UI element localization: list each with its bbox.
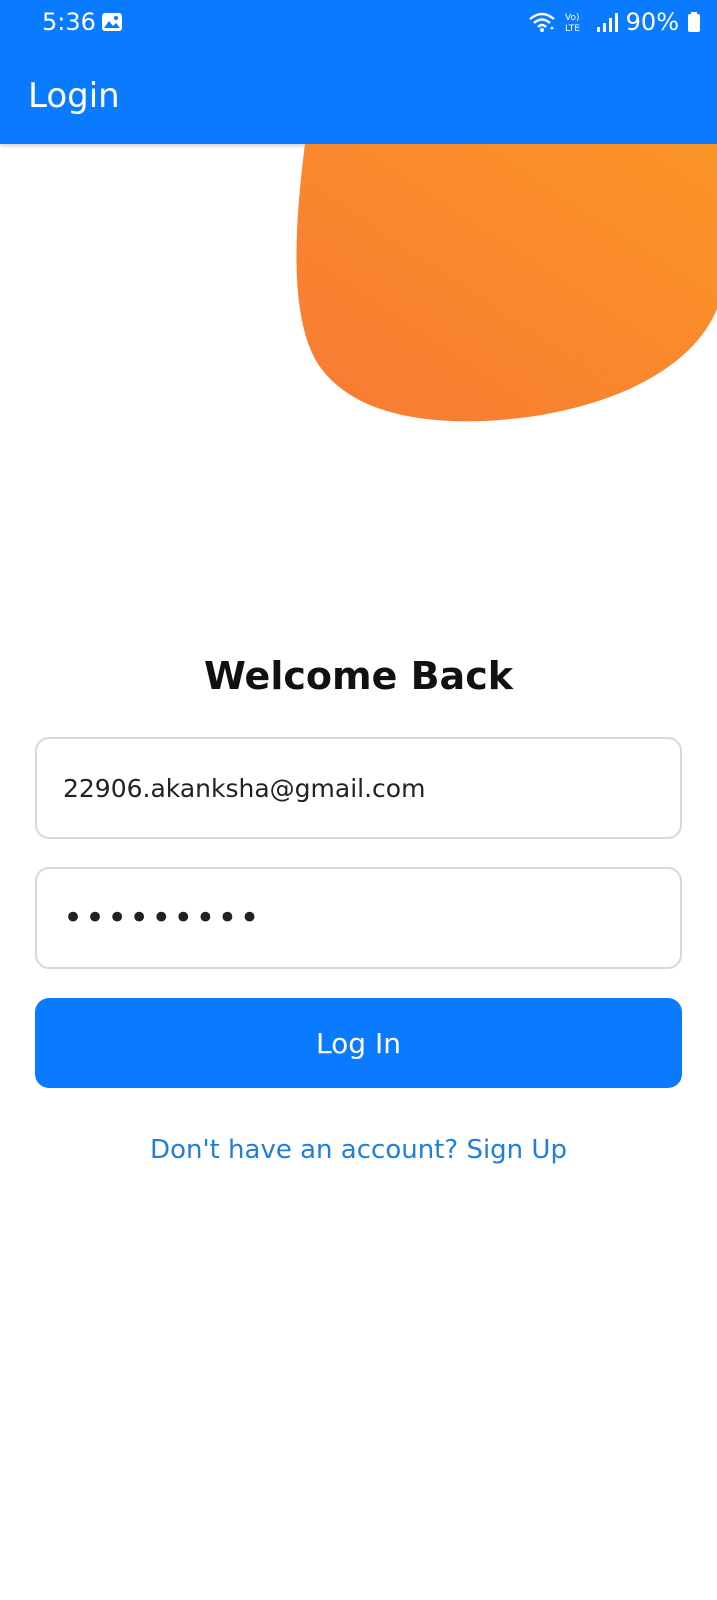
battery-icon [688,12,700,32]
battery-percentage: 90% [625,8,679,36]
signup-link[interactable]: Don't have an account? Sign Up [0,1130,717,1170]
volte-icon: Vo) LTE [565,13,580,34]
status-bar: 5:36 Vo) LTE 90% [0,0,717,48]
signal-icon [596,13,618,32]
svg-text:LTE: LTE [565,24,580,34]
status-icons: Vo) LTE 90% [528,6,701,38]
wifi-icon [528,12,555,32]
status-time: 5:36 [42,8,96,36]
login-button[interactable]: Log In [35,998,682,1088]
decorative-blob [0,144,717,434]
gallery-icon [102,13,122,31]
email-field[interactable]: 22906.akanksha@gmail.com [35,737,682,839]
app-bar: Login [0,48,717,144]
email-value: 22906.akanksha@gmail.com [63,773,426,803]
password-value: ••••••••• [63,898,262,938]
password-field[interactable]: ••••••••• [35,867,682,969]
svg-text:Vo): Vo) [565,13,579,23]
welcome-heading: Welcome Back [204,654,513,698]
page-title: Login [28,76,120,116]
